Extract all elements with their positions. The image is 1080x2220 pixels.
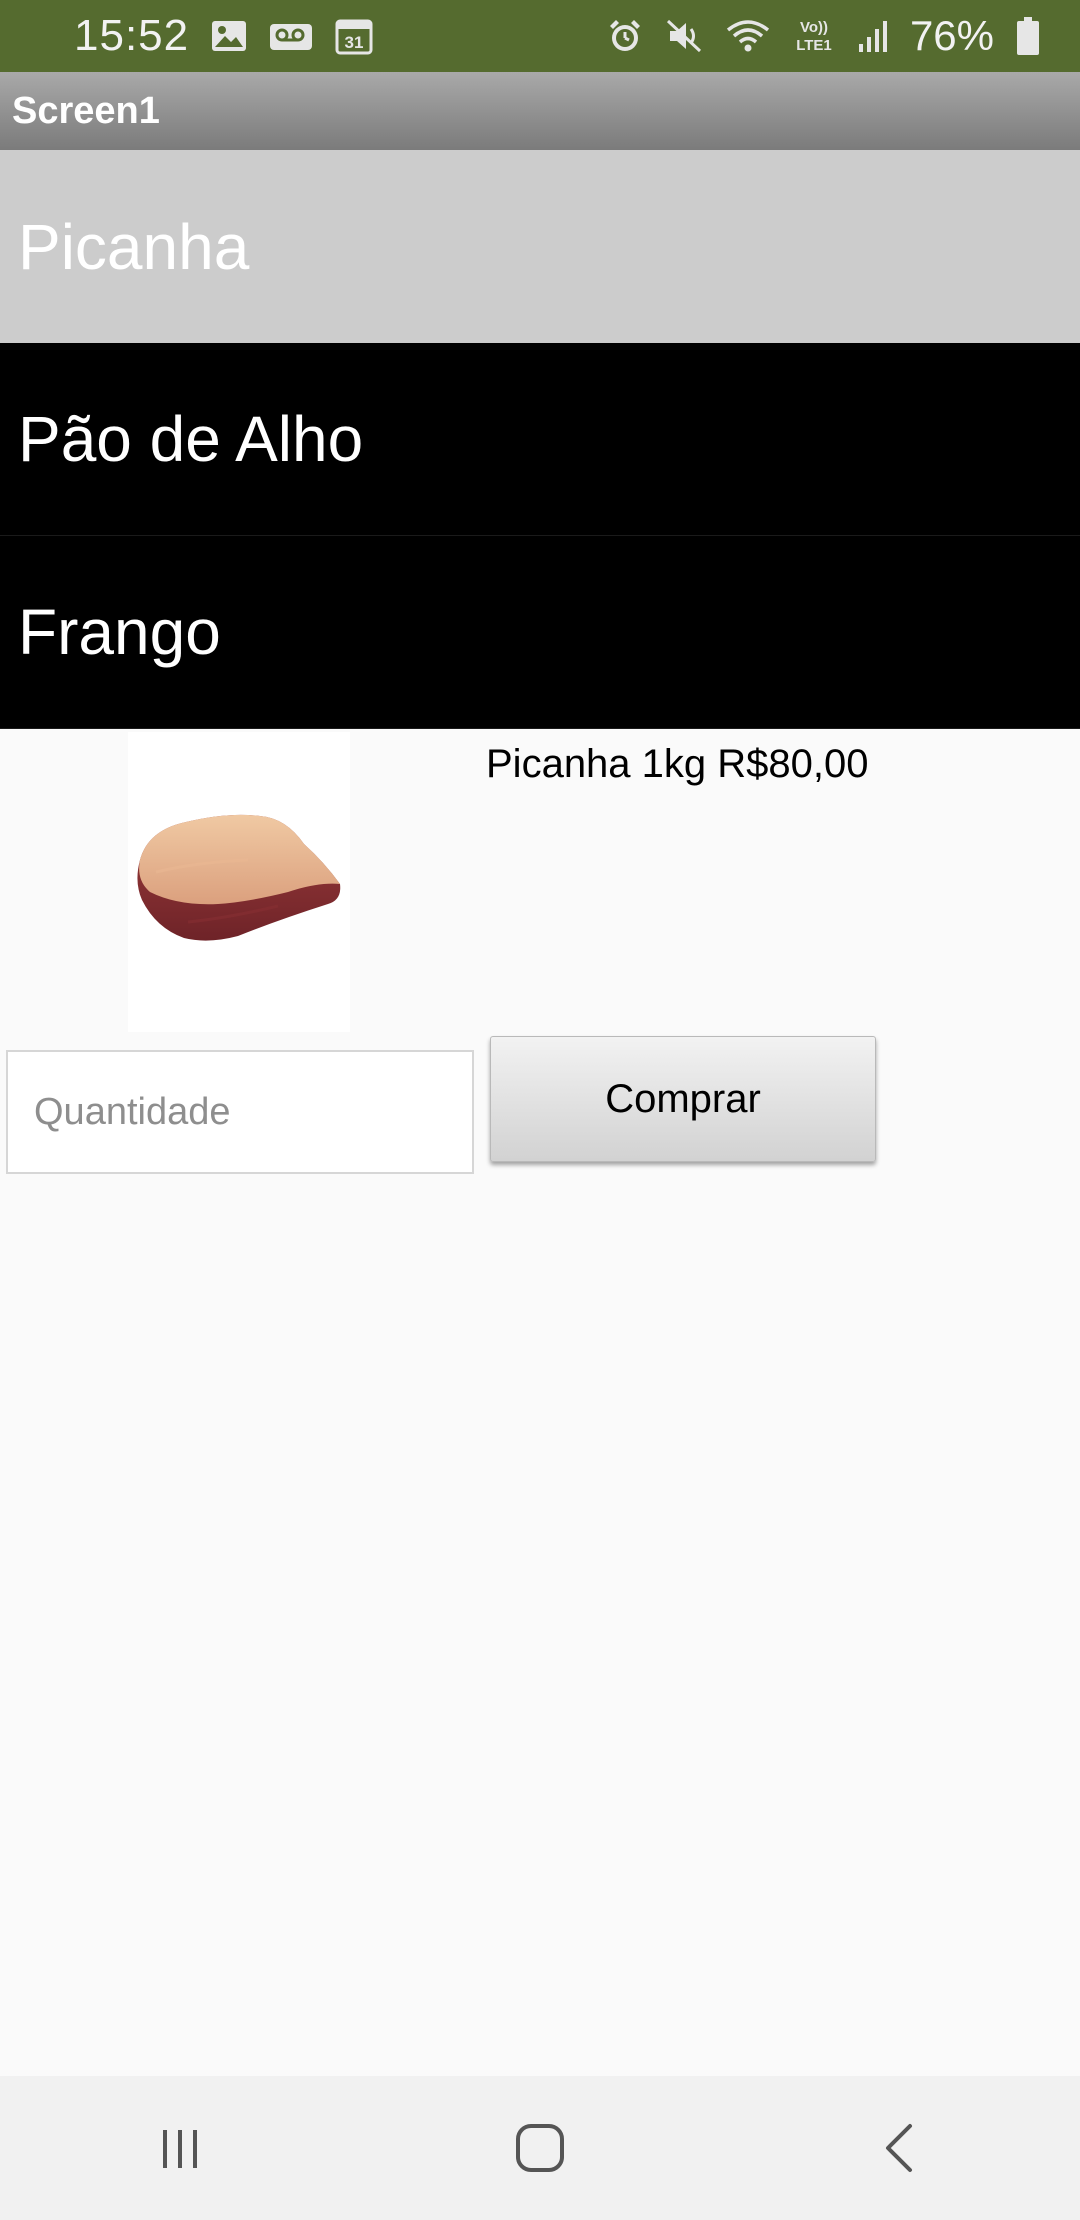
status-left: 15:52 31 — [74, 11, 373, 61]
list-item-label: Picanha — [18, 210, 250, 283]
back-icon[interactable] — [840, 2098, 960, 2198]
recent-apps-icon[interactable] — [120, 2098, 240, 2198]
calendar-day: 31 — [345, 33, 364, 52]
battery-percent: 76% — [909, 12, 994, 59]
list-item-picanha[interactable]: Picanha — [0, 150, 1080, 343]
calendar-icon: 31 — [335, 17, 373, 55]
wifi-icon — [726, 18, 770, 54]
list-item-frango[interactable]: Frango — [0, 536, 1080, 729]
status-time: 15:52 — [74, 11, 190, 60]
signal-icon — [858, 18, 888, 54]
volte-icon: Vo)) LTE1 — [792, 16, 836, 56]
buy-button[interactable]: Comprar — [490, 1036, 876, 1162]
list-item-label: Pão de Alho — [18, 403, 364, 475]
title-bar: Screen1 — [0, 72, 1080, 150]
image-icon — [211, 20, 247, 52]
list-item-label: Frango — [18, 596, 221, 668]
status-right: Vo)) LTE1 76% — [606, 12, 1040, 60]
home-icon[interactable] — [480, 2098, 600, 2198]
quantity-input[interactable] — [6, 1050, 474, 1174]
alarm-icon — [606, 17, 644, 55]
voicemail-icon — [269, 20, 313, 52]
app-screen: 15:52 31 Vo)) LTE1 76% Screen1 Picanha P… — [0, 0, 1080, 2220]
screen-title: Screen1 — [12, 89, 160, 132]
product-price-label: Picanha 1kg R$80,00 — [486, 742, 869, 786]
navigation-bar — [0, 2076, 1080, 2220]
mute-icon — [666, 17, 704, 55]
volte-label-top: Vo)) — [800, 19, 828, 36]
status-bar: 15:52 31 Vo)) LTE1 76% — [0, 0, 1080, 72]
picanha-image — [128, 732, 350, 1032]
battery-icon — [1016, 16, 1040, 56]
product-list: Picanha Pão de Alho Frango — [0, 150, 1080, 729]
volte-label-bottom: LTE1 — [796, 37, 832, 54]
list-item-pao-de-alho[interactable]: Pão de Alho — [0, 343, 1080, 536]
